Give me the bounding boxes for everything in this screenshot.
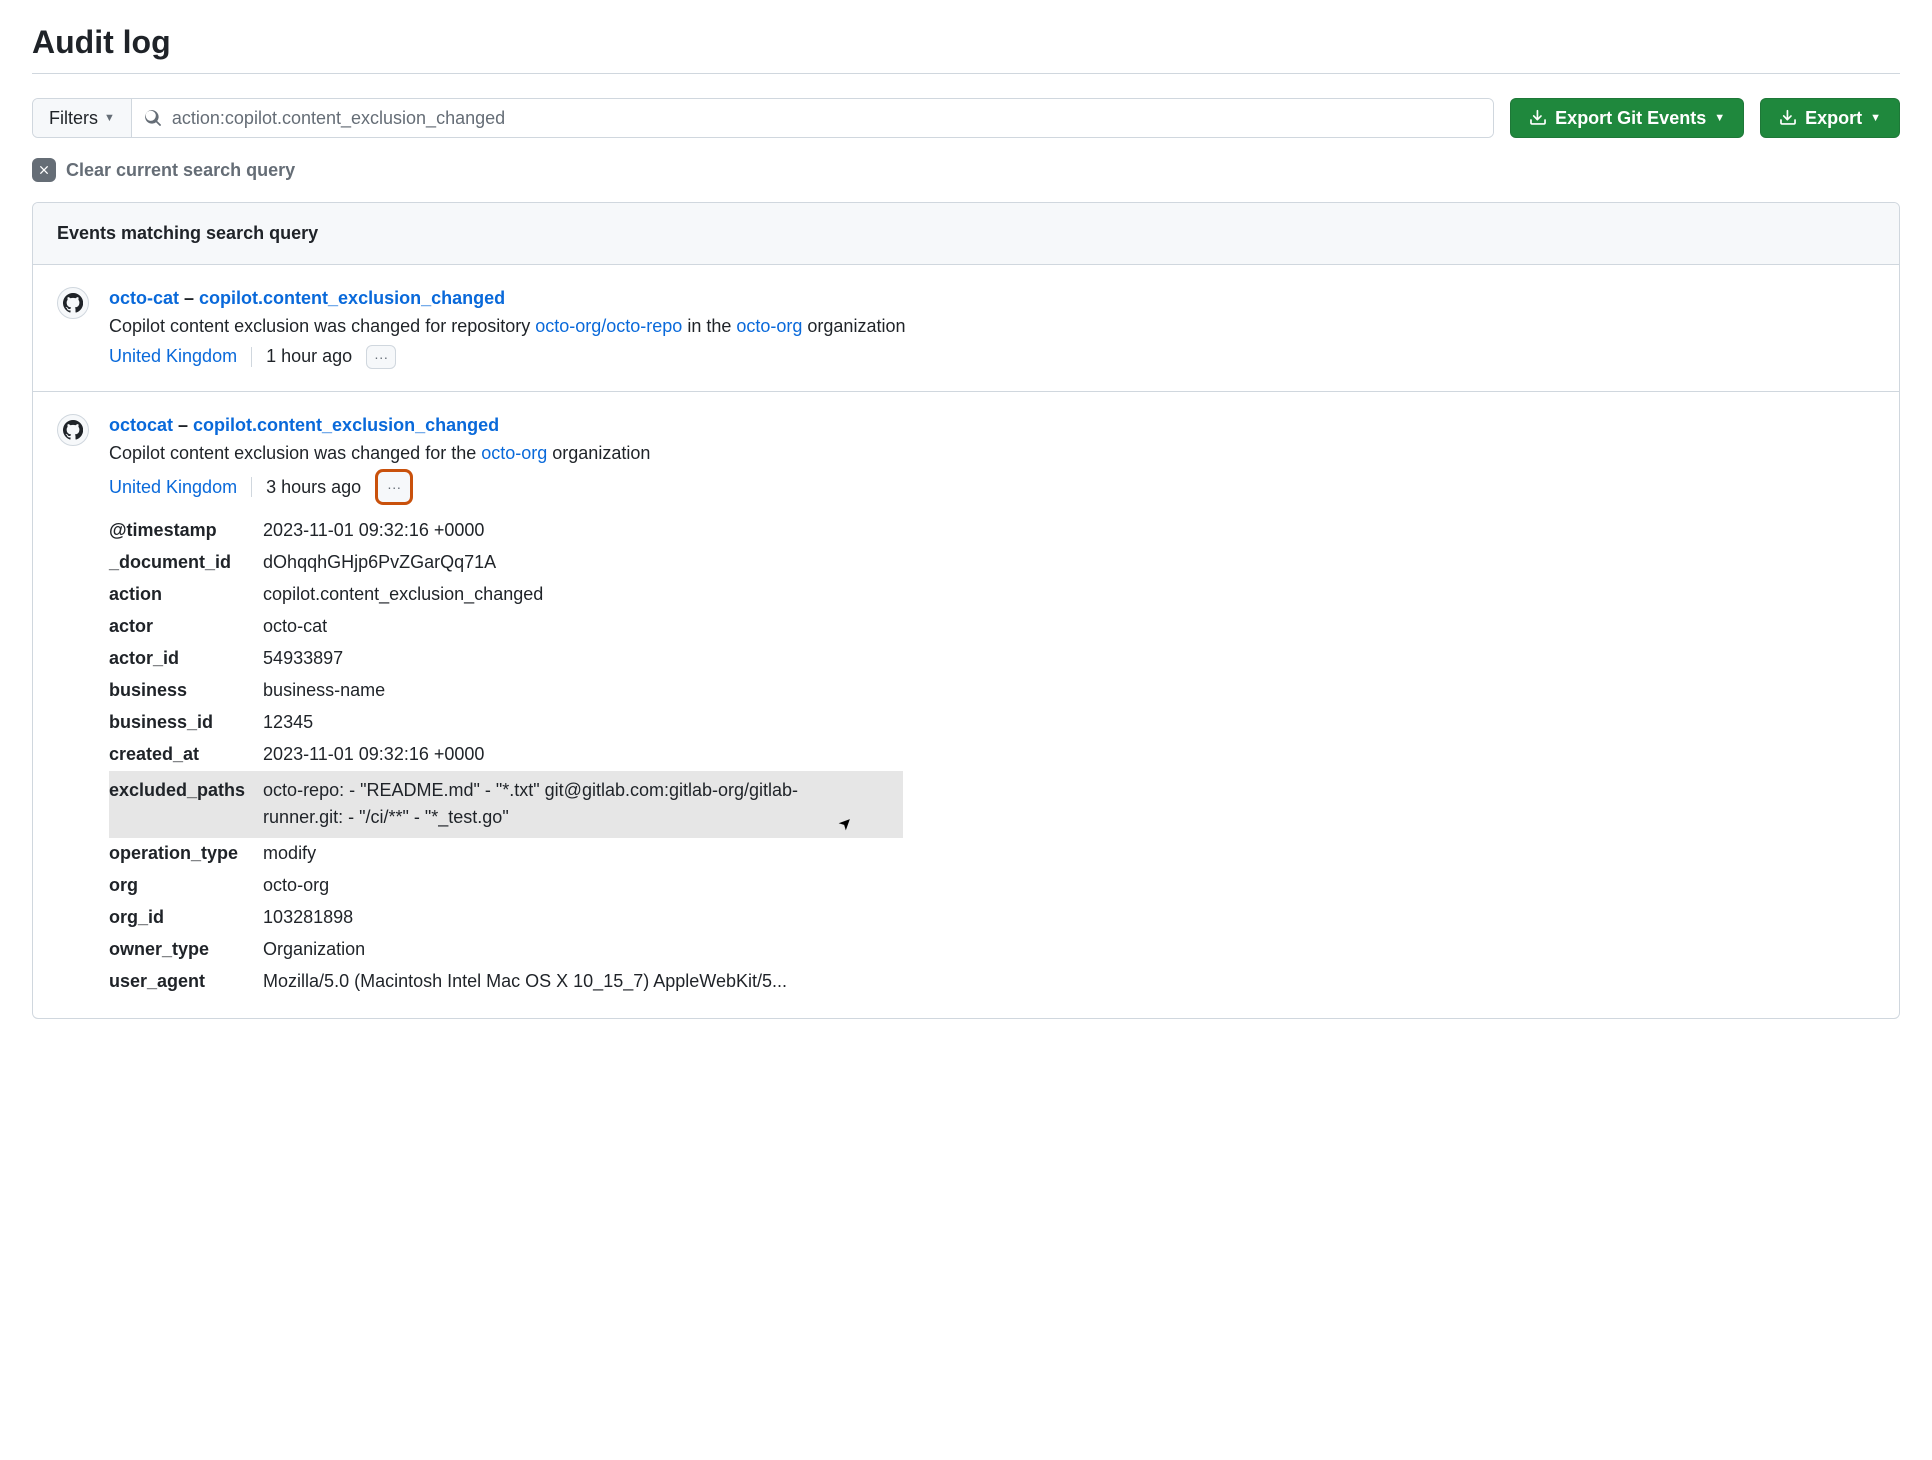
event-meta: United Kingdom 1 hour ago ··· — [109, 343, 396, 371]
detail-value: 2023-11-01 09:32:16 +0000 — [263, 515, 903, 547]
avatar — [57, 414, 89, 446]
event-description: Copilot content exclusion was changed fo… — [109, 313, 1875, 341]
clear-icon — [32, 158, 56, 182]
detail-key: org_id — [109, 902, 263, 934]
detail-value: 103281898 — [263, 902, 903, 934]
filters-button[interactable]: Filters ▼ — [33, 99, 132, 137]
detail-key: _document_id — [109, 547, 263, 579]
divider — [251, 347, 252, 367]
divider — [251, 477, 252, 497]
detail-key: actor_id — [109, 643, 263, 675]
detail-row: actioncopilot.content_exclusion_changed — [109, 579, 903, 611]
event-description: Copilot content exclusion was changed fo… — [109, 440, 1875, 468]
detail-value: 54933897 — [263, 643, 903, 675]
repo-link[interactable]: octo-org/octo-repo — [535, 316, 682, 336]
detail-key: created_at — [109, 739, 263, 771]
detail-key: action — [109, 579, 263, 611]
export-button[interactable]: Export ▼ — [1760, 98, 1900, 138]
detail-row: _document_iddOhqqhGHjp6PvZGarQq71A — [109, 547, 903, 579]
search-input-wrap — [132, 99, 1493, 137]
detail-row: @timestamp2023-11-01 09:32:16 +0000 — [109, 515, 903, 547]
audit-event: octocat – copilot.content_exclusion_chan… — [33, 392, 1899, 1018]
caret-down-icon: ▼ — [1714, 112, 1725, 124]
dash: – — [178, 415, 193, 435]
search-group: Filters ▼ — [32, 98, 1494, 138]
location-link[interactable]: United Kingdom — [109, 343, 237, 371]
detail-row: created_at2023-11-01 09:32:16 +0000 — [109, 739, 903, 771]
detail-value: copilot.content_exclusion_changed — [263, 579, 903, 611]
detail-row: business_id12345 — [109, 707, 903, 739]
toolbar: Filters ▼ Export Git Events ▼ Export ▼ — [32, 98, 1900, 138]
detail-row: excluded_pathsocto-repo: - "README.md" -… — [109, 771, 903, 839]
detail-value: octo-repo: - "README.md" - "*.txt" git@g… — [263, 771, 903, 839]
caret-down-icon: ▼ — [104, 112, 115, 124]
detail-key: owner_type — [109, 934, 263, 966]
detail-value: octo-org — [263, 870, 903, 902]
detail-row: owner_typeOrganization — [109, 934, 903, 966]
detail-value: Organization — [263, 934, 903, 966]
detail-value: Mozilla/5.0 (Macintosh Intel Mac OS X 10… — [263, 966, 903, 998]
time-ago: 1 hour ago — [266, 343, 352, 371]
events-header: Events matching search query — [33, 203, 1899, 265]
caret-down-icon: ▼ — [1870, 112, 1881, 124]
detail-key: business_id — [109, 707, 263, 739]
clear-search-button[interactable]: Clear current search query — [32, 158, 1900, 182]
search-input[interactable] — [172, 108, 1481, 129]
event-details-table: @timestamp2023-11-01 09:32:16 +0000_docu… — [109, 515, 903, 997]
detail-row: actorocto-cat — [109, 611, 903, 643]
detail-value: modify — [263, 838, 903, 870]
detail-value: 12345 — [263, 707, 903, 739]
detail-value: octo-cat — [263, 611, 903, 643]
download-icon — [1529, 109, 1547, 127]
dash: – — [184, 288, 199, 308]
time-ago: 3 hours ago — [266, 474, 361, 502]
filters-label: Filters — [49, 108, 98, 129]
event-meta: United Kingdom 3 hours ago ··· — [109, 469, 413, 505]
cursor-icon: ➤ — [833, 810, 860, 837]
detail-key: operation_type — [109, 838, 263, 870]
expand-details-button[interactable]: ··· — [366, 345, 396, 369]
detail-key: @timestamp — [109, 515, 263, 547]
org-link[interactable]: octo-org — [736, 316, 802, 336]
detail-row: user_agentMozilla/5.0 (Macintosh Intel M… — [109, 966, 903, 998]
detail-row: orgocto-org — [109, 870, 903, 902]
detail-key: org — [109, 870, 263, 902]
action-link[interactable]: copilot.content_exclusion_changed — [193, 415, 499, 435]
avatar — [57, 287, 89, 319]
events-panel: Events matching search query octo-cat – … — [32, 202, 1900, 1019]
action-link[interactable]: copilot.content_exclusion_changed — [199, 288, 505, 308]
detail-value: 2023-11-01 09:32:16 +0000 — [263, 739, 903, 771]
org-link[interactable]: octo-org — [481, 443, 547, 463]
export-git-label: Export Git Events — [1555, 108, 1706, 129]
actor-link[interactable]: octocat — [109, 415, 173, 435]
export-label: Export — [1805, 108, 1862, 129]
detail-value: dOhqqhGHjp6PvZGarQq71A — [263, 547, 903, 579]
detail-row: operation_typemodify — [109, 838, 903, 870]
page-title: Audit log — [32, 24, 1900, 74]
detail-key: excluded_paths — [109, 771, 263, 839]
export-git-events-button[interactable]: Export Git Events ▼ — [1510, 98, 1744, 138]
download-icon — [1779, 109, 1797, 127]
detail-row: businessbusiness-name — [109, 675, 903, 707]
clear-label: Clear current search query — [66, 160, 295, 181]
detail-key: user_agent — [109, 966, 263, 998]
detail-value: business-name — [263, 675, 903, 707]
location-link[interactable]: United Kingdom — [109, 474, 237, 502]
detail-key: actor — [109, 611, 263, 643]
search-icon — [144, 109, 162, 127]
detail-row: actor_id54933897 — [109, 643, 903, 675]
expand-details-button[interactable]: ··· — [375, 469, 413, 505]
detail-row: org_id103281898 — [109, 902, 903, 934]
audit-event: octo-cat – copilot.content_exclusion_cha… — [33, 265, 1899, 392]
detail-key: business — [109, 675, 263, 707]
actor-link[interactable]: octo-cat — [109, 288, 179, 308]
